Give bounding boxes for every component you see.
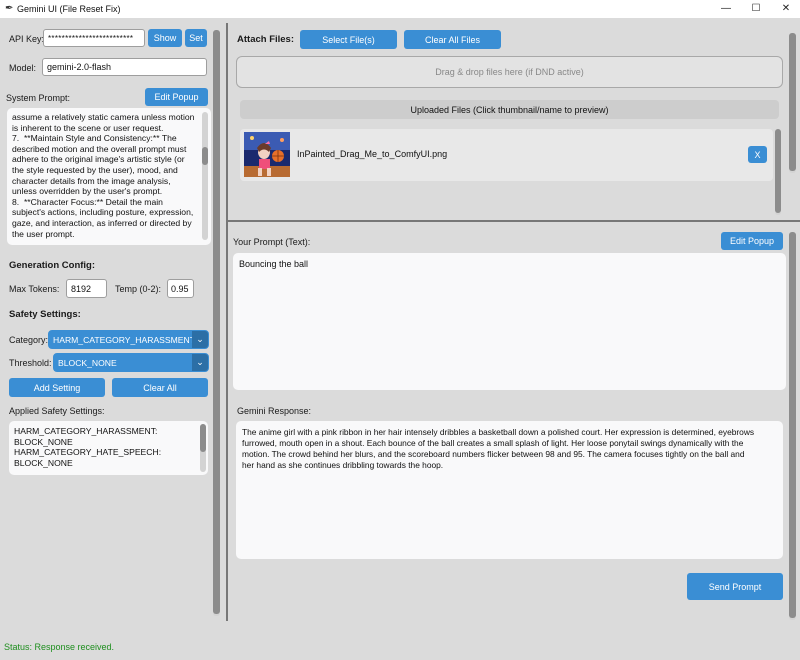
temperature-input[interactable]: 0.95 bbox=[167, 279, 194, 298]
model-label: Model: bbox=[9, 63, 37, 73]
window-title: Gemini UI (File Reset Fix) bbox=[17, 4, 121, 14]
category-label: Category: bbox=[9, 335, 49, 345]
horizontal-separator[interactable] bbox=[228, 220, 800, 222]
system-prompt-line: the style requested by the user), mood, … bbox=[12, 164, 178, 175]
safety-settings-heading: Safety Settings: bbox=[9, 309, 81, 320]
system-prompt-scroll-thumb[interactable] bbox=[202, 147, 208, 165]
system-prompt-line: gaze, and interaction, as inferred or di… bbox=[12, 217, 192, 228]
send-prompt-button[interactable]: Send Prompt bbox=[687, 573, 783, 600]
applied-safety-line: HARM_CATEGORY_HATE_SPEECH: bbox=[14, 447, 162, 458]
show-key-button[interactable]: Show bbox=[148, 29, 182, 47]
select-files-button[interactable]: Select File(s) bbox=[300, 30, 397, 49]
response-textbox[interactable]: The anime girl with a pink ribbon in her… bbox=[236, 421, 783, 559]
category-value: HARM_CATEGORY_HARASSMENT bbox=[53, 334, 192, 345]
applied-safety-textbox[interactable]: HARM_CATEGORY_HARASSMENT: BLOCK_NONE HARM_… bbox=[9, 421, 208, 475]
max-tokens-input[interactable]: 8192 bbox=[66, 279, 107, 298]
add-setting-button[interactable]: Add Setting bbox=[9, 378, 105, 397]
system-prompt-label: System Prompt: bbox=[6, 93, 71, 103]
file-name[interactable]: InPainted_Drag_Me_to_ComfyUI.png bbox=[297, 149, 447, 159]
prompt-label: Your Prompt (Text): bbox=[233, 237, 311, 247]
drop-zone-hint: Drag & drop files here (if DND active) bbox=[435, 67, 584, 77]
response-line: The anime girl with a pink ribbon in her… bbox=[242, 427, 755, 437]
max-tokens-label: Max Tokens: bbox=[9, 284, 60, 294]
threshold-dropdown[interactable]: BLOCK_NONE ⌄ bbox=[53, 353, 209, 372]
system-prompt-line: subject's actions, including posture, ex… bbox=[12, 207, 194, 218]
threshold-value: BLOCK_NONE bbox=[58, 357, 117, 368]
right-panel-scroll-thumb[interactable] bbox=[789, 232, 796, 618]
attach-panel-scrollbar[interactable] bbox=[789, 33, 796, 173]
status-text: Status: Response received. bbox=[4, 642, 115, 652]
system-prompt-edit-popup-button[interactable]: Edit Popup bbox=[145, 88, 208, 106]
file-thumbnail[interactable] bbox=[244, 132, 290, 177]
uploaded-files-header-text: Uploaded Files (Click thumbnail/name to … bbox=[410, 104, 609, 115]
chevron-down-icon[interactable]: ⌄ bbox=[192, 354, 208, 371]
system-prompt-line: described motion and the overall prompt … bbox=[12, 143, 187, 154]
left-panel-scroll-thumb[interactable] bbox=[213, 30, 220, 614]
file-thumbnail-image bbox=[244, 132, 290, 177]
clear-all-files-button[interactable]: Clear All Files bbox=[404, 30, 501, 49]
applied-safety-line: BLOCK_NONE bbox=[14, 457, 73, 468]
file-list-item[interactable]: InPainted_Drag_Me_to_ComfyUI.png X bbox=[240, 129, 773, 181]
threshold-label: Threshold: bbox=[9, 358, 52, 368]
maximize-button[interactable]: ☐ bbox=[739, 0, 773, 18]
response-line: her hand as she continues dribbling towa… bbox=[242, 460, 444, 470]
system-prompt-line: is inherent to the scene or user request… bbox=[12, 122, 164, 133]
system-prompt-scrollbar[interactable] bbox=[202, 112, 208, 240]
system-prompt-line: assume a relatively static camera unless… bbox=[12, 112, 195, 122]
response-line: furrowed, mouth open in a shout. Each bo… bbox=[242, 438, 744, 448]
drop-zone[interactable]: Drag & drop files here (if DND active) bbox=[236, 56, 783, 88]
api-key-label: API Key: bbox=[9, 34, 45, 44]
remove-file-button[interactable]: X bbox=[748, 146, 767, 163]
system-prompt-line: 8. **Character Focus:** Detail the main bbox=[12, 196, 163, 207]
model-input[interactable]: gemini-2.0-flash bbox=[42, 58, 207, 76]
clear-all-settings-button[interactable]: Clear All bbox=[112, 378, 208, 397]
response-label: Gemini Response: bbox=[237, 406, 312, 416]
generation-config-heading: Generation Config: bbox=[9, 260, 96, 271]
applied-safety-line: BLOCK_NONE bbox=[14, 436, 73, 447]
system-prompt-line: the user prompt. bbox=[12, 228, 75, 239]
applied-safety-scroll-thumb[interactable] bbox=[200, 424, 206, 452]
system-prompt-line: character details from the image analysi… bbox=[12, 175, 171, 186]
system-prompt-line: adhere to the original image's artistic … bbox=[12, 154, 185, 165]
minimize-button[interactable]: — bbox=[709, 0, 743, 18]
prompt-edit-popup-button[interactable]: Edit Popup bbox=[721, 232, 783, 250]
chevron-down-icon[interactable]: ⌄ bbox=[192, 331, 208, 348]
response-line: motion. The crowd behind her blurs, and … bbox=[242, 449, 745, 459]
file-list-scrollbar[interactable] bbox=[775, 129, 781, 215]
file-list-scroll-thumb[interactable] bbox=[775, 129, 781, 213]
attach-files-label: Attach Files: bbox=[237, 34, 295, 45]
close-button[interactable]: ✕ bbox=[769, 0, 800, 18]
api-key-input[interactable]: ************************* bbox=[43, 29, 145, 47]
applied-safety-label: Applied Safety Settings: bbox=[9, 406, 105, 416]
system-prompt-line: unless overridden by the user's prompt. bbox=[12, 186, 163, 197]
applied-safety-line: HARM_CATEGORY_HARASSMENT: bbox=[14, 426, 158, 436]
system-prompt-line: 7. **Maintain Style and Consistency:** T… bbox=[12, 133, 177, 144]
attach-panel-scroll-thumb[interactable] bbox=[789, 33, 796, 171]
category-dropdown[interactable]: HARM_CATEGORY_HARASSMENT ⌄ bbox=[48, 330, 209, 349]
applied-safety-scrollbar[interactable] bbox=[200, 424, 206, 472]
prompt-text: Bouncing the ball bbox=[239, 259, 309, 269]
temperature-label: Temp (0-2): bbox=[115, 284, 162, 294]
right-panel-scrollbar[interactable] bbox=[789, 232, 796, 620]
feather-icon: ✒ bbox=[5, 3, 14, 14]
prompt-textbox[interactable]: Bouncing the ball bbox=[233, 253, 786, 390]
uploaded-files-header: Uploaded Files (Click thumbnail/name to … bbox=[240, 100, 779, 119]
panel-separator[interactable] bbox=[226, 23, 228, 621]
set-key-button[interactable]: Set bbox=[185, 29, 207, 47]
system-prompt-textbox[interactable]: assume a relatively static camera unless… bbox=[7, 108, 211, 245]
left-panel-scrollbar[interactable] bbox=[213, 30, 220, 616]
